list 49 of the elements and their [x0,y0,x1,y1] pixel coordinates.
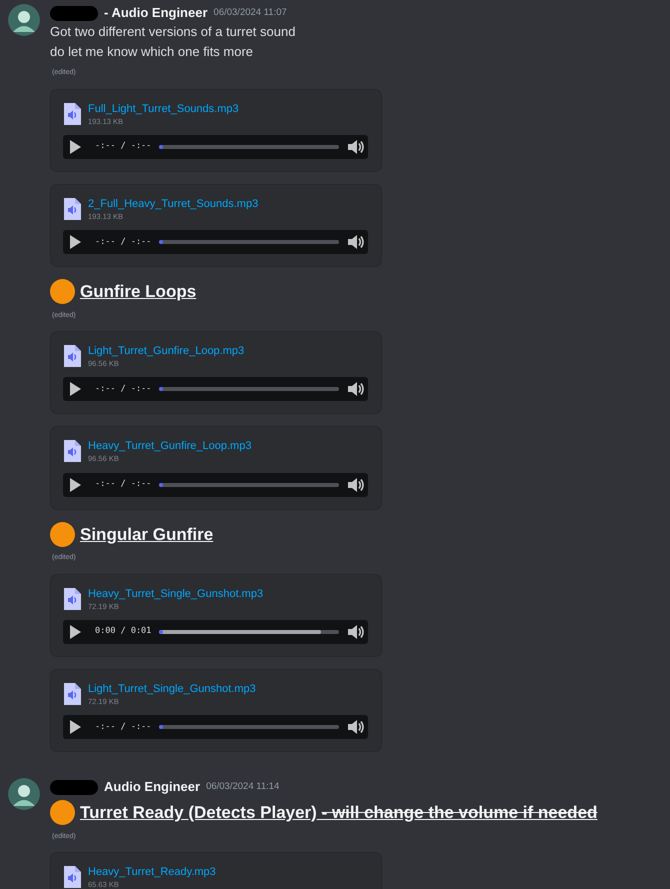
audio-file-icon [63,344,82,368]
file-link[interactable]: 2_Full_Heavy_Turret_Sounds.mp3 [88,196,258,211]
volume-icon[interactable] [347,380,364,398]
audio-file-icon [63,439,82,464]
file-link[interactable]: Heavy_Turret_Ready.mp3 [88,865,216,879]
time-readout: -:-- / -:-- [95,478,152,491]
seek-bar[interactable] [159,630,339,634]
volume-icon[interactable] [347,233,364,251]
avatar[interactable] [8,778,40,810]
file-link[interactable]: Light_Turret_Gunfire_Loop.mp3 [88,344,244,358]
time-readout: -:-- / -:-- [95,382,152,396]
file-link[interactable]: Light_Turret_Single_Gunshot.mp3 [88,682,256,696]
time-readout: -:-- / -:-- [95,720,152,734]
circle-emoji [50,800,75,826]
audio-file-icon [63,865,82,889]
redaction-mark [50,780,98,794]
play-icon[interactable] [69,624,81,640]
audio-file-icon [63,586,82,610]
volume-icon[interactable] [347,718,364,736]
play-icon[interactable] [69,476,81,492]
volume-icon[interactable] [347,476,364,494]
timestamp: 06/03/2024 11:07 [214,6,287,20]
file-link[interactable]: Full_Light_Turret_Sounds.mp3 [88,102,239,116]
time-readout: -:-- / -:-- [95,236,152,248]
timestamp: 06/03/2024 11:14 [206,780,280,794]
audio-file-icon [63,682,82,706]
play-icon[interactable] [69,138,81,155]
time-readout: -:-- / -:-- [95,140,152,154]
play-icon[interactable] [69,234,81,250]
file-link[interactable]: Heavy_Turret_Single_Gunshot.mp3 [88,586,264,600]
volume-icon[interactable] [347,138,364,156]
time-readout: 0:00 / 0:01 [95,625,152,638]
play-icon[interactable] [69,719,81,735]
avatar[interactable] [8,4,40,36]
circle-emoji [50,522,75,547]
author-name[interactable]: Audio Engineer [104,777,200,797]
audio-file-icon [63,196,82,221]
message-text: Got two different versions of a turret sound [50,23,296,41]
file-link[interactable]: Heavy_Turret_Gunfire_Loop.mp3 [88,439,252,454]
author-name[interactable]: - Audio Engineer [104,3,208,23]
audio-file-icon [63,102,82,126]
heading-text: Singular Gunfire [80,524,214,546]
play-icon[interactable] [69,381,81,398]
heading-text: Gunfire Loops [80,281,196,303]
volume-icon[interactable] [347,622,364,641]
circle-emoji [50,279,75,304]
heading-text: Turret Ready (Detects Player) - will change the volume if needed [80,802,598,824]
redaction-mark [50,6,98,20]
message-text: do let me know which one fits more [50,43,254,61]
